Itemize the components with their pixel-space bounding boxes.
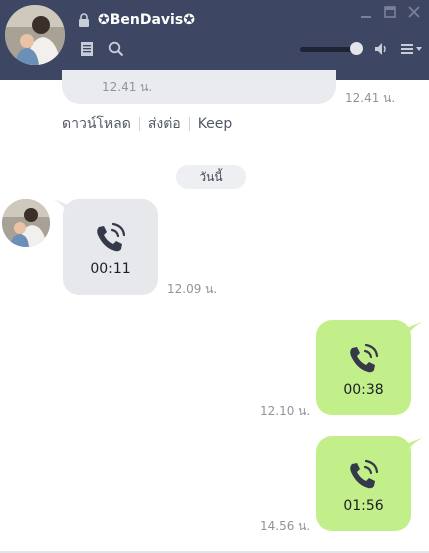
bubble-tail xyxy=(407,322,423,336)
message-time: 14.56 น. xyxy=(260,519,311,533)
phone-call-icon xyxy=(350,343,379,373)
notes-icon[interactable] xyxy=(80,41,94,57)
close-icon[interactable] xyxy=(407,5,421,19)
divider xyxy=(138,117,140,131)
sender-avatar[interactable] xyxy=(2,199,50,247)
divider xyxy=(188,117,190,131)
contact-avatar[interactable] xyxy=(5,5,65,65)
phone-call-icon xyxy=(350,459,379,489)
file-actions: ดาวน์โหลด ส่งต่อ Keep xyxy=(62,113,232,135)
date-separator: วันนี้ xyxy=(176,165,246,189)
call-duration: 00:11 xyxy=(90,261,131,277)
search-icon[interactable] xyxy=(108,41,124,57)
bubble-tail xyxy=(407,438,423,452)
outgoing-call-bubble[interactable]: 01:56 xyxy=(316,436,411,531)
volume-slider-knob[interactable] xyxy=(350,42,363,55)
lock-icon xyxy=(79,13,89,27)
keep-link[interactable]: Keep xyxy=(198,116,233,132)
message-time: 12.10 น. xyxy=(260,404,311,418)
incoming-call-bubble[interactable]: 00:11 xyxy=(63,199,158,295)
outgoing-call-bubble[interactable]: 00:38 xyxy=(316,320,411,415)
forward-link[interactable]: ส่งต่อ xyxy=(148,113,181,135)
download-link[interactable]: ดาวน์โหลด xyxy=(62,113,131,135)
contact-name[interactable]: ✪BenDavis✪ xyxy=(98,12,195,28)
minimize-icon[interactable] xyxy=(359,5,373,19)
window-controls xyxy=(359,5,421,19)
call-duration: 00:38 xyxy=(343,382,384,398)
maximize-icon[interactable] xyxy=(383,5,397,19)
chat-header: ✪BenDavis✪ xyxy=(0,0,429,80)
message-time: 12.09 น. xyxy=(167,282,218,296)
volume-control xyxy=(300,40,426,58)
phone-call-icon xyxy=(97,222,126,252)
previous-bubble-time: 12.41 น. xyxy=(102,80,153,94)
menu-icon[interactable] xyxy=(400,42,424,56)
header-tools xyxy=(80,41,124,57)
contact-name-row: ✪BenDavis✪ xyxy=(78,10,195,30)
previous-message-time: 12.41 น. xyxy=(345,91,396,105)
call-duration: 01:56 xyxy=(343,498,384,514)
speaker-icon[interactable] xyxy=(373,41,389,57)
